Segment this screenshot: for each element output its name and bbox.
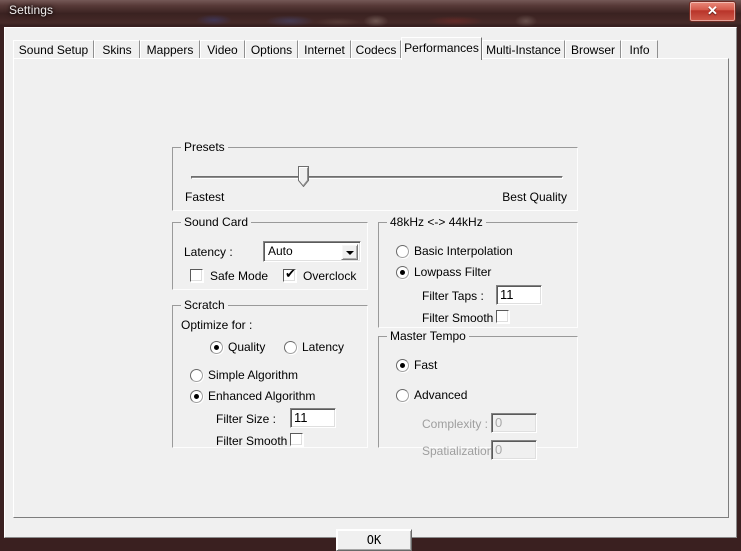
- radio-dot-icon: [400, 270, 405, 275]
- tab-panel-performances: Presets Fastest Best Quality Sound Card …: [13, 58, 729, 518]
- tab-strip: Sound Setup Skins Mappers Video Options Inter…: [13, 37, 729, 60]
- tab-internet[interactable]: Internet: [298, 40, 351, 59]
- ok-button[interactable]: OK: [336, 529, 412, 551]
- sound-card-group: Sound Card Latency : Auto Safe Mode ✔ Ov…: [172, 215, 368, 290]
- safe-mode-label[interactable]: Safe Mode: [210, 269, 268, 283]
- tab-multi-instance[interactable]: Multi-Instance: [482, 40, 565, 59]
- resample-group-title: 48kHz <-> 44kHz: [387, 215, 486, 229]
- resample-filter-smooth-checkbox[interactable]: [496, 310, 509, 323]
- tempo-fast-radio[interactable]: [396, 359, 409, 372]
- optimize-latency-radio[interactable]: [284, 341, 297, 354]
- scratch-filter-smooth-checkbox[interactable]: [290, 433, 303, 446]
- spatialization-label: Spatialization :: [422, 444, 501, 458]
- basic-interpolation-radio[interactable]: [396, 245, 409, 258]
- resample-group: 48kHz <-> 44kHz Basic Interpolation Lowp…: [378, 215, 578, 328]
- optimize-quality-radio[interactable]: [210, 341, 223, 354]
- presets-group: Presets Fastest Best Quality: [172, 140, 578, 211]
- tab-performances[interactable]: Performances: [401, 37, 482, 60]
- tab-mappers[interactable]: Mappers: [140, 40, 200, 59]
- filter-size-input[interactable]: 11: [290, 408, 336, 428]
- tempo-advanced-radio[interactable]: [396, 389, 409, 402]
- titlebar-glass-blur: [0, 12, 741, 26]
- latency-combobox-value: Auto: [268, 244, 293, 258]
- presets-group-title: Presets: [181, 140, 228, 154]
- filter-taps-input[interactable]: 11: [496, 285, 542, 305]
- optimize-latency-label[interactable]: Latency: [302, 340, 344, 354]
- presets-slider-track[interactable]: [191, 176, 563, 179]
- simple-algorithm-label[interactable]: Simple Algorithm: [208, 368, 298, 382]
- close-icon: ✕: [707, 3, 718, 18]
- latency-combobox[interactable]: Auto: [263, 241, 361, 262]
- title-bar[interactable]: Settings ✕: [0, 0, 741, 26]
- scratch-group: Scratch Optimize for : Quality Latency S…: [172, 298, 368, 448]
- enhanced-algorithm-label[interactable]: Enhanced Algorithm: [208, 389, 315, 403]
- settings-window: Settings ✕ Sound Setup Skins Mappers Video O…: [0, 0, 741, 551]
- dialog-client-area: Sound Setup Skins Mappers Video Options Inter…: [4, 27, 737, 551]
- presets-min-label: Fastest: [185, 190, 225, 204]
- tab-skins[interactable]: Skins: [94, 40, 140, 59]
- tab-video[interactable]: Video: [200, 40, 245, 59]
- tab-info[interactable]: Info: [621, 40, 658, 59]
- optimize-quality-label[interactable]: Quality: [228, 340, 265, 354]
- filter-size-label: Filter Size :: [216, 412, 277, 426]
- tab-options[interactable]: Options: [245, 40, 298, 59]
- tempo-advanced-label[interactable]: Advanced: [414, 388, 467, 402]
- optimize-for-label: Optimize for :: [181, 318, 253, 332]
- radio-dot-icon: [214, 345, 219, 350]
- overclock-label[interactable]: Overclock: [303, 269, 356, 283]
- spatialization-input: 0: [491, 440, 537, 460]
- complexity-input: 0: [491, 413, 537, 433]
- sound-card-group-title: Sound Card: [181, 215, 252, 229]
- latency-label: Latency :: [184, 245, 233, 259]
- resample-filter-smooth-label: Filter Smooth: [422, 311, 494, 325]
- overclock-checkbox[interactable]: ✔: [283, 267, 296, 282]
- complexity-label: Complexity :: [422, 417, 489, 431]
- lowpass-filter-label[interactable]: Lowpass Filter: [414, 265, 491, 279]
- basic-interpolation-label[interactable]: Basic Interpolation: [414, 244, 513, 258]
- tab-codecs[interactable]: Codecs: [351, 40, 401, 59]
- close-button[interactable]: ✕: [689, 1, 736, 22]
- slider-thumb-icon: [298, 166, 309, 188]
- scratch-filter-smooth-label: Filter Smooth: [216, 434, 288, 448]
- radio-dot-icon: [194, 394, 199, 399]
- filter-taps-label: Filter Taps :: [422, 289, 484, 303]
- simple-algorithm-radio[interactable]: [190, 369, 203, 382]
- presets-slider-thumb[interactable]: [298, 166, 309, 188]
- checkmark-icon: ✔: [285, 267, 296, 282]
- tab-sound-setup[interactable]: Sound Setup: [13, 40, 94, 59]
- enhanced-algorithm-radio[interactable]: [190, 390, 203, 403]
- chevron-down-icon[interactable]: [341, 244, 358, 260]
- master-tempo-group: Master Tempo Fast Advanced Complexity : …: [378, 329, 578, 460]
- tab-browser[interactable]: Browser: [565, 40, 621, 59]
- tempo-fast-label[interactable]: Fast: [414, 358, 437, 372]
- lowpass-filter-radio[interactable]: [396, 266, 409, 279]
- master-tempo-group-title: Master Tempo: [387, 329, 469, 343]
- scratch-group-title: Scratch: [181, 298, 228, 312]
- presets-max-label: Best Quality: [502, 190, 567, 204]
- window-title: Settings: [9, 3, 54, 17]
- safe-mode-checkbox[interactable]: [190, 269, 203, 282]
- radio-dot-icon: [400, 363, 405, 368]
